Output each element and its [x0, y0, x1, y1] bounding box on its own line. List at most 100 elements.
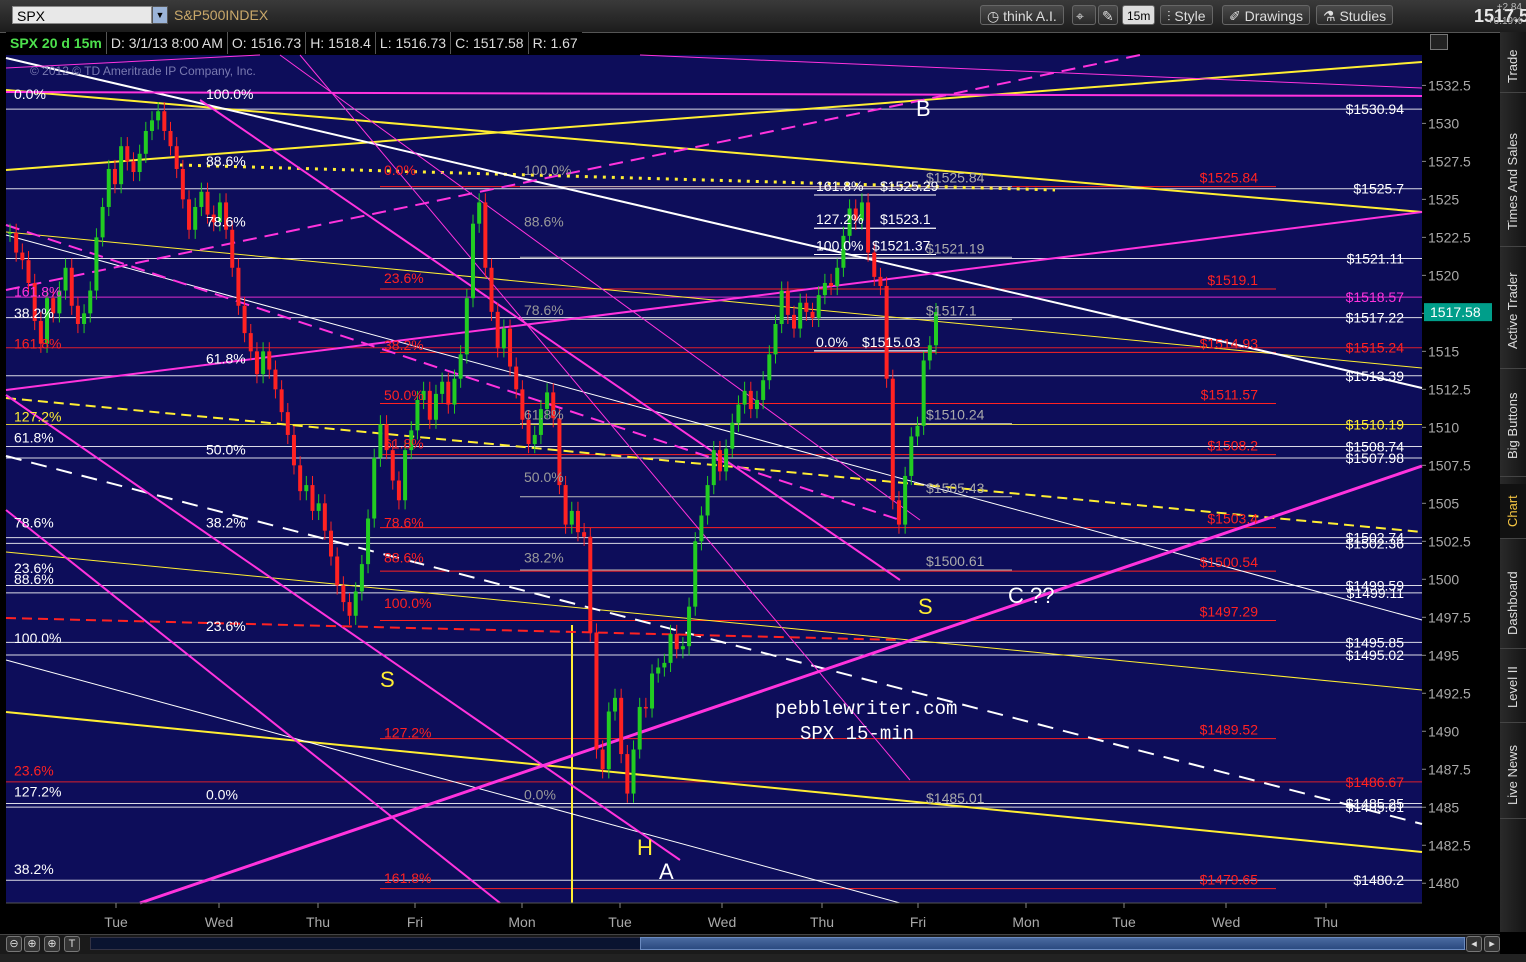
symbol-input[interactable]: SPX: [12, 6, 152, 24]
interval-button[interactable]: 15m: [1122, 5, 1156, 25]
fib-label-left: 38.2%: [14, 305, 54, 321]
fib-label-red: $1503.4: [1207, 511, 1258, 527]
candle-body: [316, 503, 321, 511]
tab-trade[interactable]: Trade: [1500, 40, 1526, 93]
level-label: $1525.7: [1353, 181, 1404, 197]
tab-level-2[interactable]: Level II: [1500, 652, 1526, 723]
level-label: $1499.11: [1347, 585, 1405, 601]
candle-body: [489, 267, 494, 312]
fib-label-red: $1489.52: [1200, 722, 1259, 738]
candle-body: [174, 146, 179, 169]
level-label: $1510.19: [1346, 416, 1405, 432]
tab-active-trader[interactable]: Active Trader: [1500, 254, 1526, 369]
candle-body: [199, 191, 204, 207]
studies-icon: ⚗: [1323, 8, 1340, 24]
candle-body: [156, 111, 161, 121]
candle-body: [526, 419, 531, 445]
style-button[interactable]: ⫶ Style: [1160, 5, 1213, 25]
pencil-icon: ✐: [1229, 8, 1245, 24]
scroll-left-icon[interactable]: ◂: [1466, 936, 1482, 952]
think-ai-icon: ◷: [987, 8, 1004, 24]
candle-body: [656, 667, 661, 674]
candle-body: [322, 503, 327, 531]
tab-dashboard[interactable]: Dashboard: [1500, 558, 1526, 649]
fib-label-mid: 78.6%: [524, 302, 564, 318]
wrench-icon[interactable]: ✎: [1098, 5, 1118, 25]
tab-chart[interactable]: Chart: [1500, 484, 1526, 539]
bar-range: R: 1.67: [532, 35, 578, 51]
zoom-fit-icon[interactable]: ⊕: [44, 936, 60, 952]
candle-body: [915, 425, 920, 437]
tab-big-buttons[interactable]: Big Buttons: [1500, 376, 1526, 477]
candle-body: [396, 480, 401, 501]
candle-body: [872, 252, 877, 277]
x-tick-label: Wed: [708, 914, 737, 930]
candle-body: [26, 260, 31, 283]
candle-body: [88, 290, 93, 314]
candle-body: [106, 168, 111, 207]
candle-body: [903, 475, 908, 525]
candle-body: [532, 434, 537, 445]
fib-label-left: 50.0%: [206, 442, 246, 458]
candle-body: [193, 206, 198, 230]
level-label: $1530.94: [1346, 101, 1405, 117]
candle-body: [662, 662, 667, 668]
fib-label-left: 127.2%: [14, 784, 61, 800]
candle-body: [471, 223, 475, 299]
drawings-button[interactable]: ✐ Drawings: [1222, 5, 1310, 25]
x-tick-label: Fri: [407, 914, 423, 930]
scroll-right-icon[interactable]: ▸: [1484, 936, 1500, 952]
level-label: $1518.57: [1346, 289, 1405, 305]
candle-body: [433, 393, 438, 420]
candle-body: [162, 111, 167, 131]
candle-body: [619, 697, 624, 755]
candle-body: [359, 564, 364, 592]
candle-body: [341, 585, 346, 603]
fib-label-mid: 0.0%: [524, 787, 556, 803]
fib-label-left: 61.8%: [206, 351, 246, 367]
candle-body: [631, 749, 636, 794]
candle-body: [588, 536, 593, 633]
fib-label-left: 23.6%: [14, 762, 54, 778]
fib-label-gray: $1500.61: [926, 553, 985, 569]
tab-live-news[interactable]: Live News: [1500, 732, 1526, 819]
candle-body: [773, 323, 778, 355]
candle-body: [125, 146, 130, 162]
wave-label: B: [916, 96, 931, 121]
chart-canvas[interactable]: $1525.84 $1519.1 $1514.93 $1511.57 $1508.2 $1…: [0, 0, 1500, 934]
fib-label-mid: 61.8%: [384, 436, 424, 452]
symbol-period[interactable]: SPX 20 d 15m: [6, 32, 107, 54]
candle-body: [366, 518, 371, 565]
candle-body: [705, 485, 710, 516]
candle-body: [458, 354, 463, 379]
symbol-dropdown-icon[interactable]: ▼: [152, 6, 168, 24]
fib-label-left: 61.8%: [14, 430, 54, 446]
think-ai-button[interactable]: ◷ think A.I.: [980, 5, 1064, 25]
candle-body: [761, 380, 766, 400]
candle-body: [816, 295, 821, 318]
candle-body: [230, 229, 235, 268]
candle-body: [440, 381, 445, 394]
candle-body: [501, 328, 506, 349]
candle-body: [650, 673, 655, 709]
expand-icon[interactable]: [1430, 34, 1448, 50]
candle-body: [779, 290, 784, 324]
candle-body: [242, 305, 247, 334]
zoom-out-icon[interactable]: ⊖: [6, 936, 22, 952]
crosshair-icon[interactable]: ⌖: [1072, 5, 1096, 25]
candle-body: [100, 206, 105, 238]
candle-body: [267, 351, 272, 370]
zoom-in-icon[interactable]: ⊕: [24, 936, 40, 952]
fib-label-mid: 61.8%: [524, 407, 564, 423]
level-label: $1480.2: [1353, 872, 1404, 888]
candle-body: [75, 305, 80, 324]
candle-body: [693, 541, 698, 607]
x-tick-label: Tue: [1112, 914, 1136, 930]
tab-times-and-sales[interactable]: Times And Sales: [1500, 116, 1526, 247]
studies-button[interactable]: ⚗ Studies: [1316, 5, 1394, 25]
fib-label-red: $1519.1: [1207, 272, 1258, 288]
candle-body: [896, 500, 901, 525]
crosshair-toggle-icon[interactable]: T: [64, 936, 80, 952]
candle-body: [187, 199, 192, 230]
scrollbar-thumb[interactable]: [640, 937, 1465, 950]
